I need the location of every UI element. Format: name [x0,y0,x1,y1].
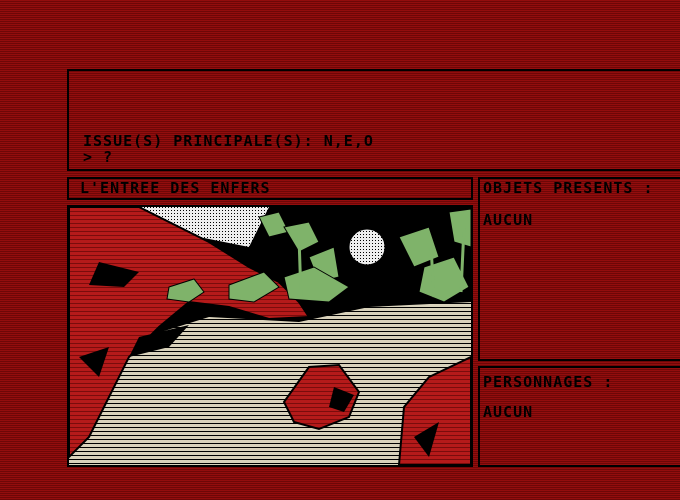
location-title-bar: L'ENTREE DES ENFERS [67,177,473,200]
command-prompt[interactable]: > ? [83,149,113,165]
exits-text: ISSUE(S) PRINCIPALE(S): N,E,O [83,132,374,150]
characters-header: PERSONNAGES : [483,373,614,391]
characters-panel: PERSONNAGES : AUCUN [478,366,680,467]
location-title: L'ENTREE DES ENFERS [80,179,271,197]
characters-value: AUCUN [483,403,534,421]
objects-value: AUCUN [483,211,534,229]
objects-header: OBJETS PRESENTS : [483,179,654,197]
message-panel: ISSUE(S) PRINCIPALE(S): N,E,O > ? [67,69,680,171]
scene-image [69,207,471,465]
scene-illustration [67,205,473,467]
objects-panel: OBJETS PRESENTS : AUCUN [478,177,680,361]
